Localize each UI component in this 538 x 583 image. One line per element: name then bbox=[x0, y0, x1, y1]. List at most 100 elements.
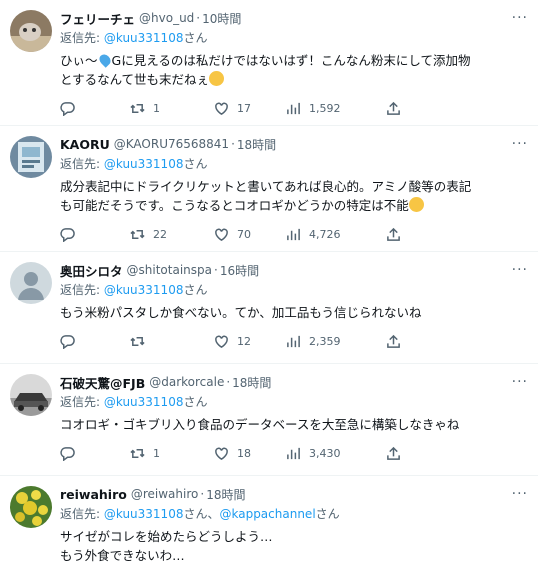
user-handle[interactable]: @darkorcale bbox=[149, 375, 224, 389]
retweet-icon bbox=[130, 103, 145, 113]
scream-emoji-icon bbox=[209, 71, 225, 86]
reply-context: 返信先: @kuu331108さん bbox=[60, 28, 526, 48]
heart-icon bbox=[215, 335, 228, 348]
reply-prefix: 返信先: bbox=[60, 157, 104, 171]
retweet-button[interactable]: 1 bbox=[130, 446, 214, 461]
analytics-icon bbox=[287, 102, 300, 114]
mention-link[interactable]: @kuu331108 bbox=[104, 157, 184, 171]
display-name[interactable]: フェリーチェ bbox=[60, 9, 135, 28]
like-count: 12 bbox=[237, 334, 251, 348]
retweet-button[interactable] bbox=[130, 334, 214, 349]
mention-link[interactable]: @kappachannel bbox=[219, 507, 315, 521]
display-name[interactable]: KAORU bbox=[60, 137, 110, 152]
more-options-icon[interactable]: ··· bbox=[512, 262, 528, 278]
avatar[interactable] bbox=[10, 10, 52, 52]
views-button[interactable]: 1,592 bbox=[286, 101, 386, 116]
avatar[interactable] bbox=[10, 374, 52, 416]
tweet[interactable]: reiwahiro @reiwahiro · 18時間 ··· 返信先: @ku… bbox=[0, 476, 538, 583]
separator-dot: · bbox=[200, 487, 205, 501]
retweet-icon bbox=[130, 448, 145, 458]
action-bar: 12 2,359 bbox=[60, 322, 526, 360]
views-button[interactable]: 2,359 bbox=[286, 334, 386, 349]
action-bar: 1 17 1,592 bbox=[60, 89, 526, 127]
default-avatar-icon bbox=[10, 262, 52, 304]
heart-icon bbox=[215, 447, 228, 460]
share-button[interactable] bbox=[386, 227, 401, 242]
share-button[interactable] bbox=[386, 446, 401, 461]
view-count: 1,592 bbox=[309, 101, 341, 115]
retweet-count: 22 bbox=[153, 227, 167, 241]
reply-button[interactable] bbox=[60, 227, 130, 242]
share-icon bbox=[387, 446, 400, 460]
retweet-button[interactable]: 1 bbox=[130, 101, 214, 116]
reply-prefix: 返信先: bbox=[60, 507, 104, 521]
share-button[interactable] bbox=[386, 334, 401, 349]
action-bar: 1 18 3,430 bbox=[60, 434, 526, 472]
reply-icon bbox=[60, 227, 75, 242]
user-handle[interactable]: @reiwahiro bbox=[131, 487, 199, 501]
tweet[interactable]: 石破天驚@FJB @darkorcale · 18時間 ··· 返信先: @ku… bbox=[0, 364, 538, 476]
tweet[interactable]: フェリーチェ @hvo_ud · 10時間 ··· 返信先: @kuu33110… bbox=[0, 0, 538, 126]
view-count: 2,359 bbox=[309, 334, 341, 348]
reply-separator: さん、 bbox=[183, 507, 220, 521]
user-handle[interactable]: @hvo_ud bbox=[139, 11, 194, 25]
like-button[interactable]: 70 bbox=[214, 227, 286, 242]
retweet-button[interactable]: 22 bbox=[130, 227, 214, 242]
tweet-text-part: Gに見えるのは私だけではないはず！こんなん粉末にして添加物 bbox=[111, 53, 471, 68]
reply-button[interactable] bbox=[60, 334, 130, 349]
timestamp[interactable]: 18時間 bbox=[232, 374, 271, 391]
share-icon bbox=[387, 227, 400, 241]
heart-icon bbox=[215, 228, 228, 241]
timestamp[interactable]: 10時間 bbox=[202, 10, 241, 27]
mention-link[interactable]: @kuu331108 bbox=[104, 507, 184, 521]
tweet-text-part: とするなんて世も末だねぇ bbox=[60, 72, 210, 87]
timestamp[interactable]: 16時間 bbox=[220, 262, 259, 279]
reply-context: 返信先: @kuu331108さん、@kappachannelさん bbox=[60, 504, 526, 524]
more-options-icon[interactable]: ··· bbox=[512, 374, 528, 390]
more-options-icon[interactable]: ··· bbox=[512, 486, 528, 502]
reply-prefix: 返信先: bbox=[60, 31, 104, 45]
mention-link[interactable]: @kuu331108 bbox=[104, 395, 184, 409]
like-button[interactable]: 17 bbox=[214, 101, 286, 116]
timestamp[interactable]: 18時間 bbox=[237, 136, 276, 153]
display-name[interactable]: 石破天驚@FJB bbox=[60, 373, 145, 392]
views-button[interactable]: 4,726 bbox=[286, 227, 386, 242]
reply-context: 返信先: @kuu331108さん bbox=[60, 154, 526, 174]
avatar[interactable] bbox=[10, 262, 52, 304]
mention-link[interactable]: @kuu331108 bbox=[104, 283, 184, 297]
share-button[interactable] bbox=[386, 101, 401, 116]
display-name[interactable]: 奥田シロタ bbox=[60, 261, 123, 280]
display-name[interactable]: reiwahiro bbox=[60, 487, 127, 502]
tweet-text-part: ひぃ〜 bbox=[60, 53, 98, 68]
reply-button[interactable] bbox=[60, 101, 130, 116]
user-handle[interactable]: @shitotainspa bbox=[127, 263, 212, 277]
more-options-icon[interactable]: ··· bbox=[512, 10, 528, 26]
separator-dot: · bbox=[196, 11, 201, 25]
share-icon bbox=[387, 101, 400, 115]
analytics-icon bbox=[287, 228, 300, 240]
timestamp[interactable]: 18時間 bbox=[206, 486, 245, 503]
views-button[interactable]: 3,430 bbox=[286, 446, 386, 461]
reply-suffix: さん bbox=[183, 283, 208, 297]
reply-icon bbox=[60, 446, 75, 461]
separator-dot: · bbox=[213, 263, 218, 277]
like-count: 18 bbox=[237, 446, 251, 460]
avatar[interactable] bbox=[10, 136, 52, 178]
reply-prefix: 返信先: bbox=[60, 395, 104, 409]
reply-prefix: 返信先: bbox=[60, 283, 104, 297]
reply-suffix: さん bbox=[183, 157, 208, 171]
avatar[interactable] bbox=[10, 486, 52, 528]
tweet[interactable]: 奥田シロタ @shitotainspa · 16時間 ··· 返信先: @kuu… bbox=[0, 252, 538, 364]
reply-context: 返信先: @kuu331108さん bbox=[60, 392, 526, 412]
like-button[interactable]: 12 bbox=[214, 334, 286, 349]
retweet-count: 1 bbox=[153, 101, 160, 115]
reply-button[interactable] bbox=[60, 446, 130, 461]
sweat-drops-emoji-icon bbox=[96, 52, 113, 68]
like-button[interactable]: 18 bbox=[214, 446, 286, 461]
tweet[interactable]: KAORU @KAORU76568841 · 18時間 ··· 返信先: @ku… bbox=[0, 126, 538, 252]
user-handle[interactable]: @KAORU76568841 bbox=[114, 137, 229, 151]
timeline: フェリーチェ @hvo_ud · 10時間 ··· 返信先: @kuu33110… bbox=[0, 0, 538, 583]
like-count: 17 bbox=[237, 101, 251, 115]
more-options-icon[interactable]: ··· bbox=[512, 136, 528, 152]
mention-link[interactable]: @kuu331108 bbox=[104, 31, 184, 45]
